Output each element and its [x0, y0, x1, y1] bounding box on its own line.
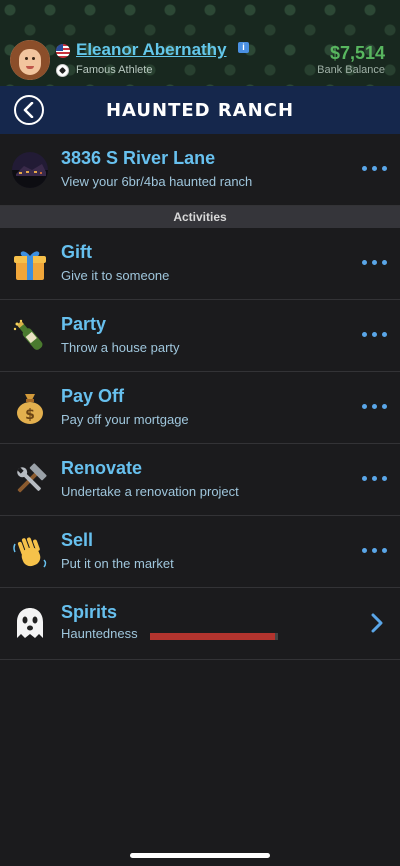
activity-row-sell[interactable]: Sell Put it on the market [0, 516, 400, 588]
status-bar: Eleanor Abernathy i Famous Athlete $7,51… [0, 0, 400, 86]
app-screen: Eleanor Abernathy i Famous Athlete $7,51… [0, 0, 400, 866]
chevron-right-icon[interactable] [370, 612, 384, 634]
activity-title: Pay Off [61, 386, 125, 406]
hauntedness-bar [150, 633, 278, 640]
spirits-row[interactable]: Spirits Hauntedness [0, 588, 400, 660]
property-row[interactable]: 3836 S River Lane View your 6br/4ba haun… [0, 134, 400, 206]
us-flag-icon [56, 44, 70, 58]
activity-subtitle: Undertake a renovation project [61, 484, 239, 499]
activity-row-party[interactable]: Party Throw a house party [0, 300, 400, 372]
activity-row-gift[interactable]: Gift Give it to someone [0, 228, 400, 300]
hauntedness-bar-fill [150, 633, 276, 640]
more-options-icon[interactable] [362, 166, 388, 172]
page-header: HAUNTED RANCH [0, 86, 400, 134]
activity-subtitle: Throw a house party [61, 340, 180, 355]
info-icon[interactable]: i [238, 42, 249, 53]
spirits-title: Spirits [61, 602, 118, 622]
hauntedness-label: Hauntedness [61, 626, 138, 641]
more-options-icon[interactable] [362, 260, 388, 266]
house-photo-icon [12, 152, 48, 188]
occupation-label: Famous Athlete [76, 64, 153, 76]
activity-subtitle: Pay off your mortgage [61, 412, 189, 427]
soccer-ball-icon [56, 64, 69, 77]
activity-row-pay-off[interactable]: $ Pay Off Pay off your mortgage [0, 372, 400, 444]
bank-balance-value: $7,514 [329, 43, 385, 63]
activity-subtitle: Put it on the market [61, 556, 174, 571]
activity-title: Sell [61, 530, 94, 550]
tools-icon [17, 463, 47, 493]
money-bag-icon: $ [17, 394, 43, 424]
activity-subtitle: Give it to someone [61, 268, 170, 283]
page-title: HAUNTED RANCH [105, 100, 295, 121]
gift-icon [14, 251, 46, 280]
champagne-icon [13, 319, 43, 350]
ghost-icon [17, 608, 43, 638]
section-header-activities: Activities [0, 206, 400, 228]
waving-hand-icon [13, 537, 47, 568]
property-subtitle: View your 6br/4ba haunted ranch [61, 174, 253, 189]
player-name-link[interactable]: Eleanor Abernathy [76, 40, 227, 60]
home-indicator[interactable] [130, 853, 270, 858]
more-options-icon[interactable] [362, 332, 388, 338]
activity-title: Party [61, 314, 107, 334]
avatar[interactable] [10, 40, 50, 80]
svg-text:$: $ [25, 407, 35, 423]
property-title: 3836 S River Lane [61, 148, 216, 168]
more-options-icon[interactable] [362, 476, 388, 482]
activity-title: Renovate [61, 458, 143, 478]
more-options-icon[interactable] [362, 404, 388, 410]
bank-balance-label: Bank Balance [317, 64, 385, 76]
activity-title: Gift [61, 242, 92, 262]
more-options-icon[interactable] [362, 548, 388, 554]
activity-row-renovate[interactable]: Renovate Undertake a renovation project [0, 444, 400, 516]
